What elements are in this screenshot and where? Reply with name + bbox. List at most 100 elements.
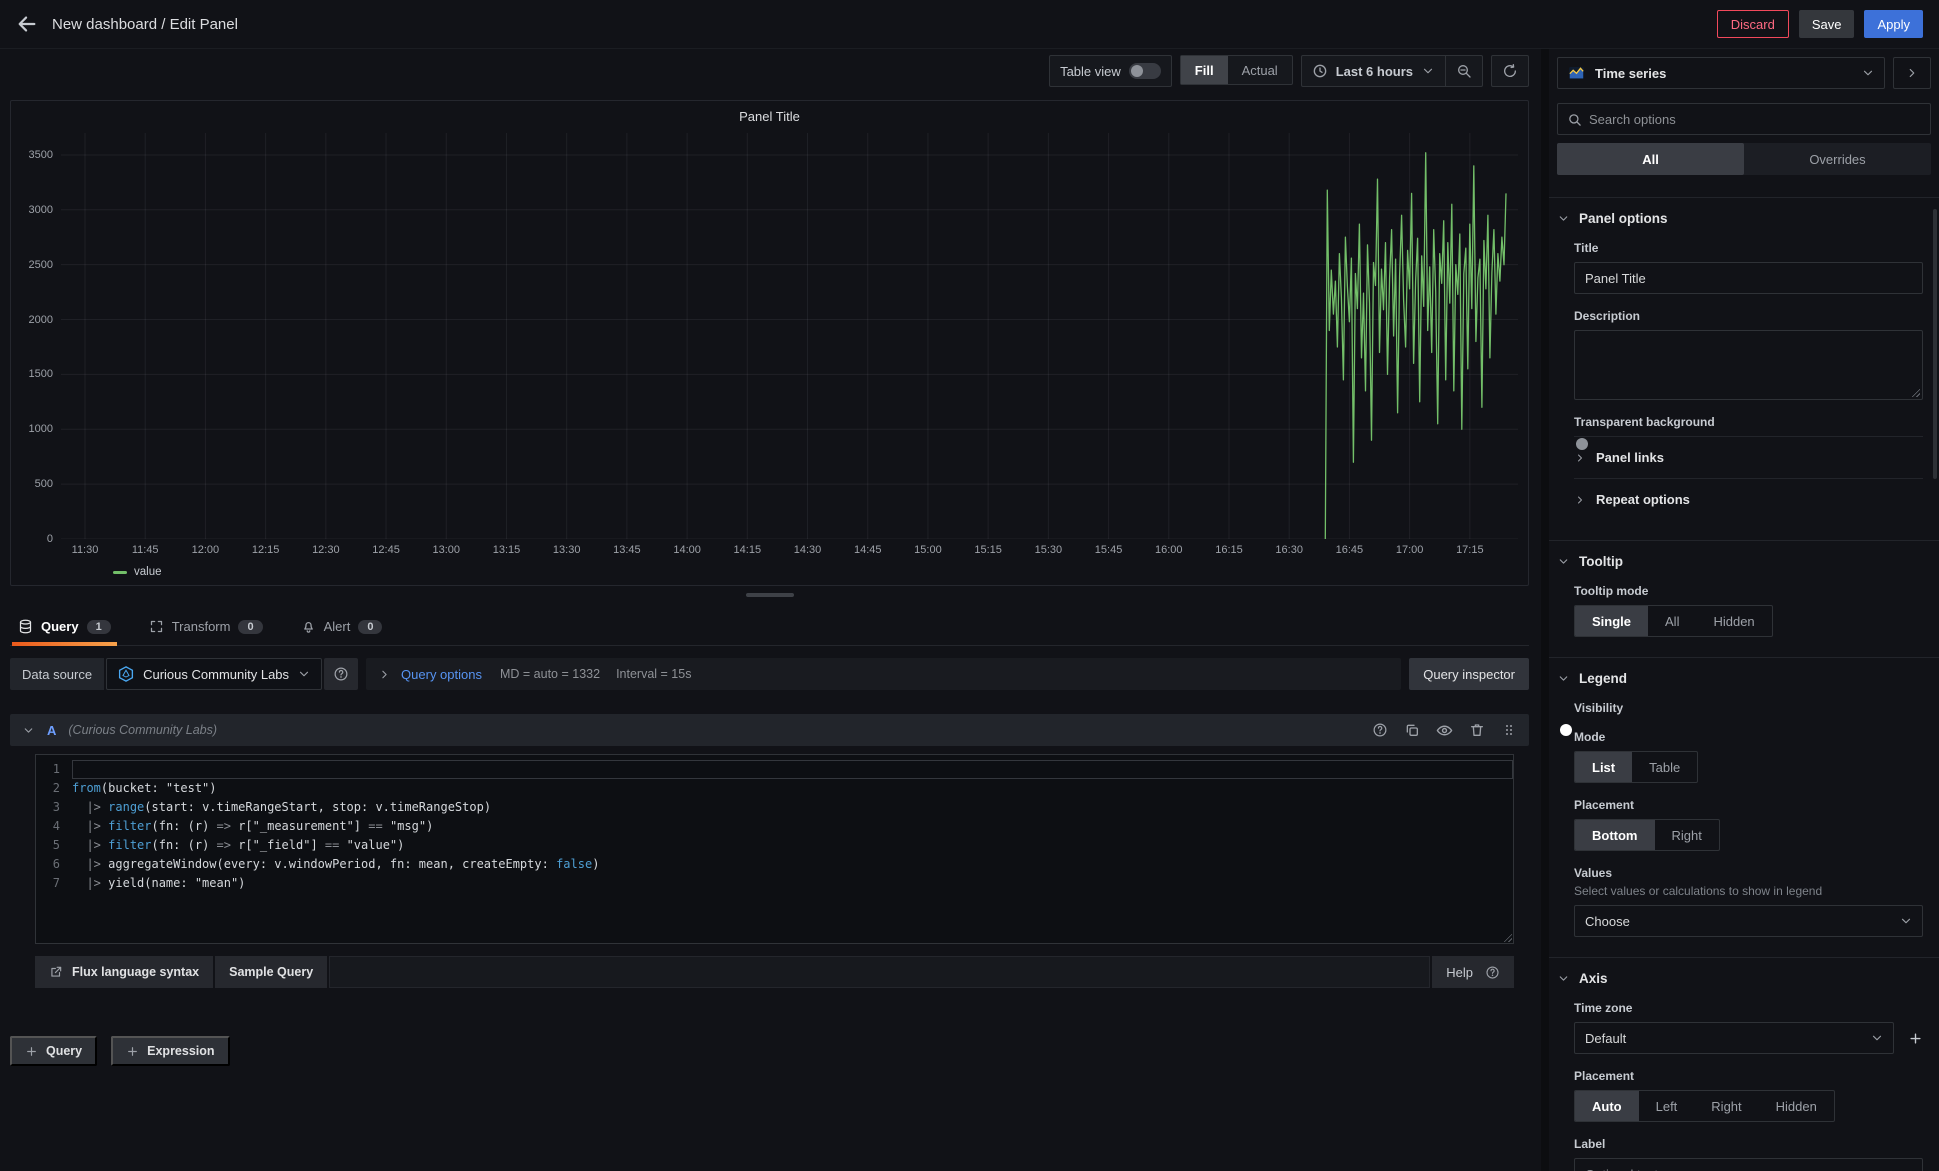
chevron-right-icon [378,668,391,681]
time-series-chart[interactable] [61,133,1518,539]
delete-query-trash-icon[interactable] [1469,722,1485,739]
chevron-right-icon [1574,452,1586,464]
legend-visibility-label: Visibility [1574,701,1923,715]
tab-alert-badge: 0 [358,620,382,634]
section-legend: Legend Visibility Mode ListTable Placeme… [1549,657,1939,957]
query-section-tabs: Query 1 Transform 0 Alert 0 [10,610,1529,646]
fill-actual-switch: FillActual [1180,55,1293,85]
axis-header[interactable]: Axis [1557,971,1923,986]
datasource-picker[interactable]: Curious Community Labs [106,658,322,690]
sample-query-button[interactable]: Sample Query [215,956,327,988]
visualization-name: Time series [1595,66,1666,81]
option-fill[interactable]: Fill [1181,56,1228,84]
back-arrow-icon[interactable] [16,13,38,35]
panel-description-textarea[interactable] [1574,330,1923,400]
option-hidden[interactable]: Hidden [1696,606,1771,636]
timezone-select[interactable]: Default [1574,1022,1894,1054]
legend-series-label[interactable]: value [134,566,162,578]
query-help-icon[interactable] [1372,722,1388,739]
flux-syntax-label: Flux language syntax [72,965,199,979]
apply-button[interactable]: Apply [1864,10,1923,38]
panel-resize-handle[interactable] [746,593,794,597]
code-line-6[interactable]: |> aggregateWindow(every: v.windowPeriod… [72,855,1513,874]
tooltip-header[interactable]: Tooltip [1557,554,1923,569]
tab-transform[interactable]: Transform 0 [143,610,269,645]
collapse-sidebar-button[interactable] [1893,57,1931,89]
tab-alert[interactable]: Alert 0 [295,610,389,645]
option-overrides[interactable]: Overrides [1744,143,1931,175]
time-range-picker[interactable]: Last 6 hours [1302,56,1445,86]
code-line-1[interactable] [72,760,1513,779]
option-hidden[interactable]: Hidden [1759,1091,1834,1121]
section-tooltip: Tooltip Tooltip mode SingleAllHidden [1549,540,1939,657]
datasource-help-button[interactable] [324,658,358,690]
discard-button[interactable]: Discard [1717,10,1789,38]
drag-handle-icon[interactable] [1501,722,1517,739]
tooltip-mode-label: Tooltip mode [1574,584,1923,598]
axis-label-input[interactable] [1574,1158,1923,1171]
table-view-toggle[interactable] [1129,63,1161,79]
panel-options-header[interactable]: Panel options [1557,211,1923,226]
option-actual[interactable]: Actual [1228,56,1292,84]
add-expression-label: Expression [147,1044,214,1058]
sidebar-scrollbar[interactable] [1933,209,1937,479]
refresh-button[interactable] [1492,56,1528,86]
option-list[interactable]: List [1575,752,1632,782]
options-scroll-area: Panel options Title Description Transpar… [1549,197,1939,1171]
add-expression-button[interactable]: Expression [111,1036,229,1066]
code-line-7[interactable]: |> yield(name: "mean") [72,874,1513,893]
code-line-3[interactable]: |> range(start: v.timeRangeStart, stop: … [72,798,1513,817]
legend-placement-label: Placement [1574,798,1923,812]
tab-query[interactable]: Query 1 [12,610,117,645]
editor-code[interactable]: from(bucket: "test") |> range(start: v.t… [72,760,1513,938]
options-search-input[interactable] [1589,112,1921,127]
code-line-2[interactable]: from(bucket: "test") [72,779,1513,798]
tab-transform-label: Transform [172,619,231,634]
editor-footer-strip [329,956,1430,988]
axis-title: Axis [1579,971,1608,986]
collapse-chevron-down-icon[interactable] [22,724,35,737]
add-timezone-plus-icon[interactable] [1908,1031,1923,1046]
option-all[interactable]: All [1557,143,1744,175]
table-view-group: Table view [1049,55,1172,87]
section-panel-options: Panel options Title Description Transpar… [1549,197,1939,540]
option-table[interactable]: Table [1632,752,1697,782]
option-bottom[interactable]: Bottom [1575,820,1655,850]
options-sidebar: Time series AllOverrides Panel options T… [1549,49,1939,1171]
datasource-label: Data source [10,658,104,690]
option-right[interactable]: Right [1694,1091,1758,1121]
panel-title[interactable]: Panel Title [11,101,1528,131]
option-auto[interactable]: Auto [1575,1091,1639,1121]
query-editor-header[interactable]: A (Curious Community Labs) [10,714,1529,746]
code-line-5[interactable]: |> filter(fn: (r) => r["_field"] == "val… [72,836,1513,855]
panel-title-input[interactable] [1574,262,1923,294]
sample-query-label: Sample Query [229,965,313,979]
tooltip-mode-group: SingleAllHidden [1574,605,1773,637]
repeat-options-collapsible[interactable]: Repeat options [1574,478,1923,520]
code-line-4[interactable]: |> filter(fn: (r) => r["_measurement"] =… [72,817,1513,836]
option-all[interactable]: All [1648,606,1696,636]
zoom-out-button[interactable] [1446,56,1482,86]
panel-options-title: Panel options [1579,211,1668,226]
legend-values-select[interactable]: Choose [1574,905,1923,937]
add-query-button[interactable]: Query [10,1036,97,1066]
option-left[interactable]: Left [1639,1091,1695,1121]
option-single[interactable]: Single [1575,606,1648,636]
visualization-picker[interactable]: Time series [1557,57,1885,89]
legend-header[interactable]: Legend [1557,671,1923,686]
chevron-right-icon [1905,66,1919,80]
query-ref-id[interactable]: A [47,723,56,738]
query-inspector-button[interactable]: Query inspector [1409,658,1529,690]
save-button[interactable]: Save [1799,10,1855,38]
topbar-actions: Discard Save Apply [1717,10,1923,38]
flux-syntax-button[interactable]: Flux language syntax [35,956,213,988]
option-right[interactable]: Right [1655,820,1719,850]
panel-links-collapsible[interactable]: Panel links [1574,436,1923,478]
pane-splitter[interactable] [1541,49,1549,1171]
page-title: New dashboard / Edit Panel [52,16,238,33]
hide-query-eye-icon[interactable] [1436,722,1453,739]
editor-help-button[interactable]: Help [1432,956,1514,988]
query-options-link[interactable]: Query options [401,667,482,682]
flux-code-editor[interactable]: 1234567 from(bucket: "test") |> range(st… [35,754,1514,944]
duplicate-query-icon[interactable] [1404,722,1420,739]
